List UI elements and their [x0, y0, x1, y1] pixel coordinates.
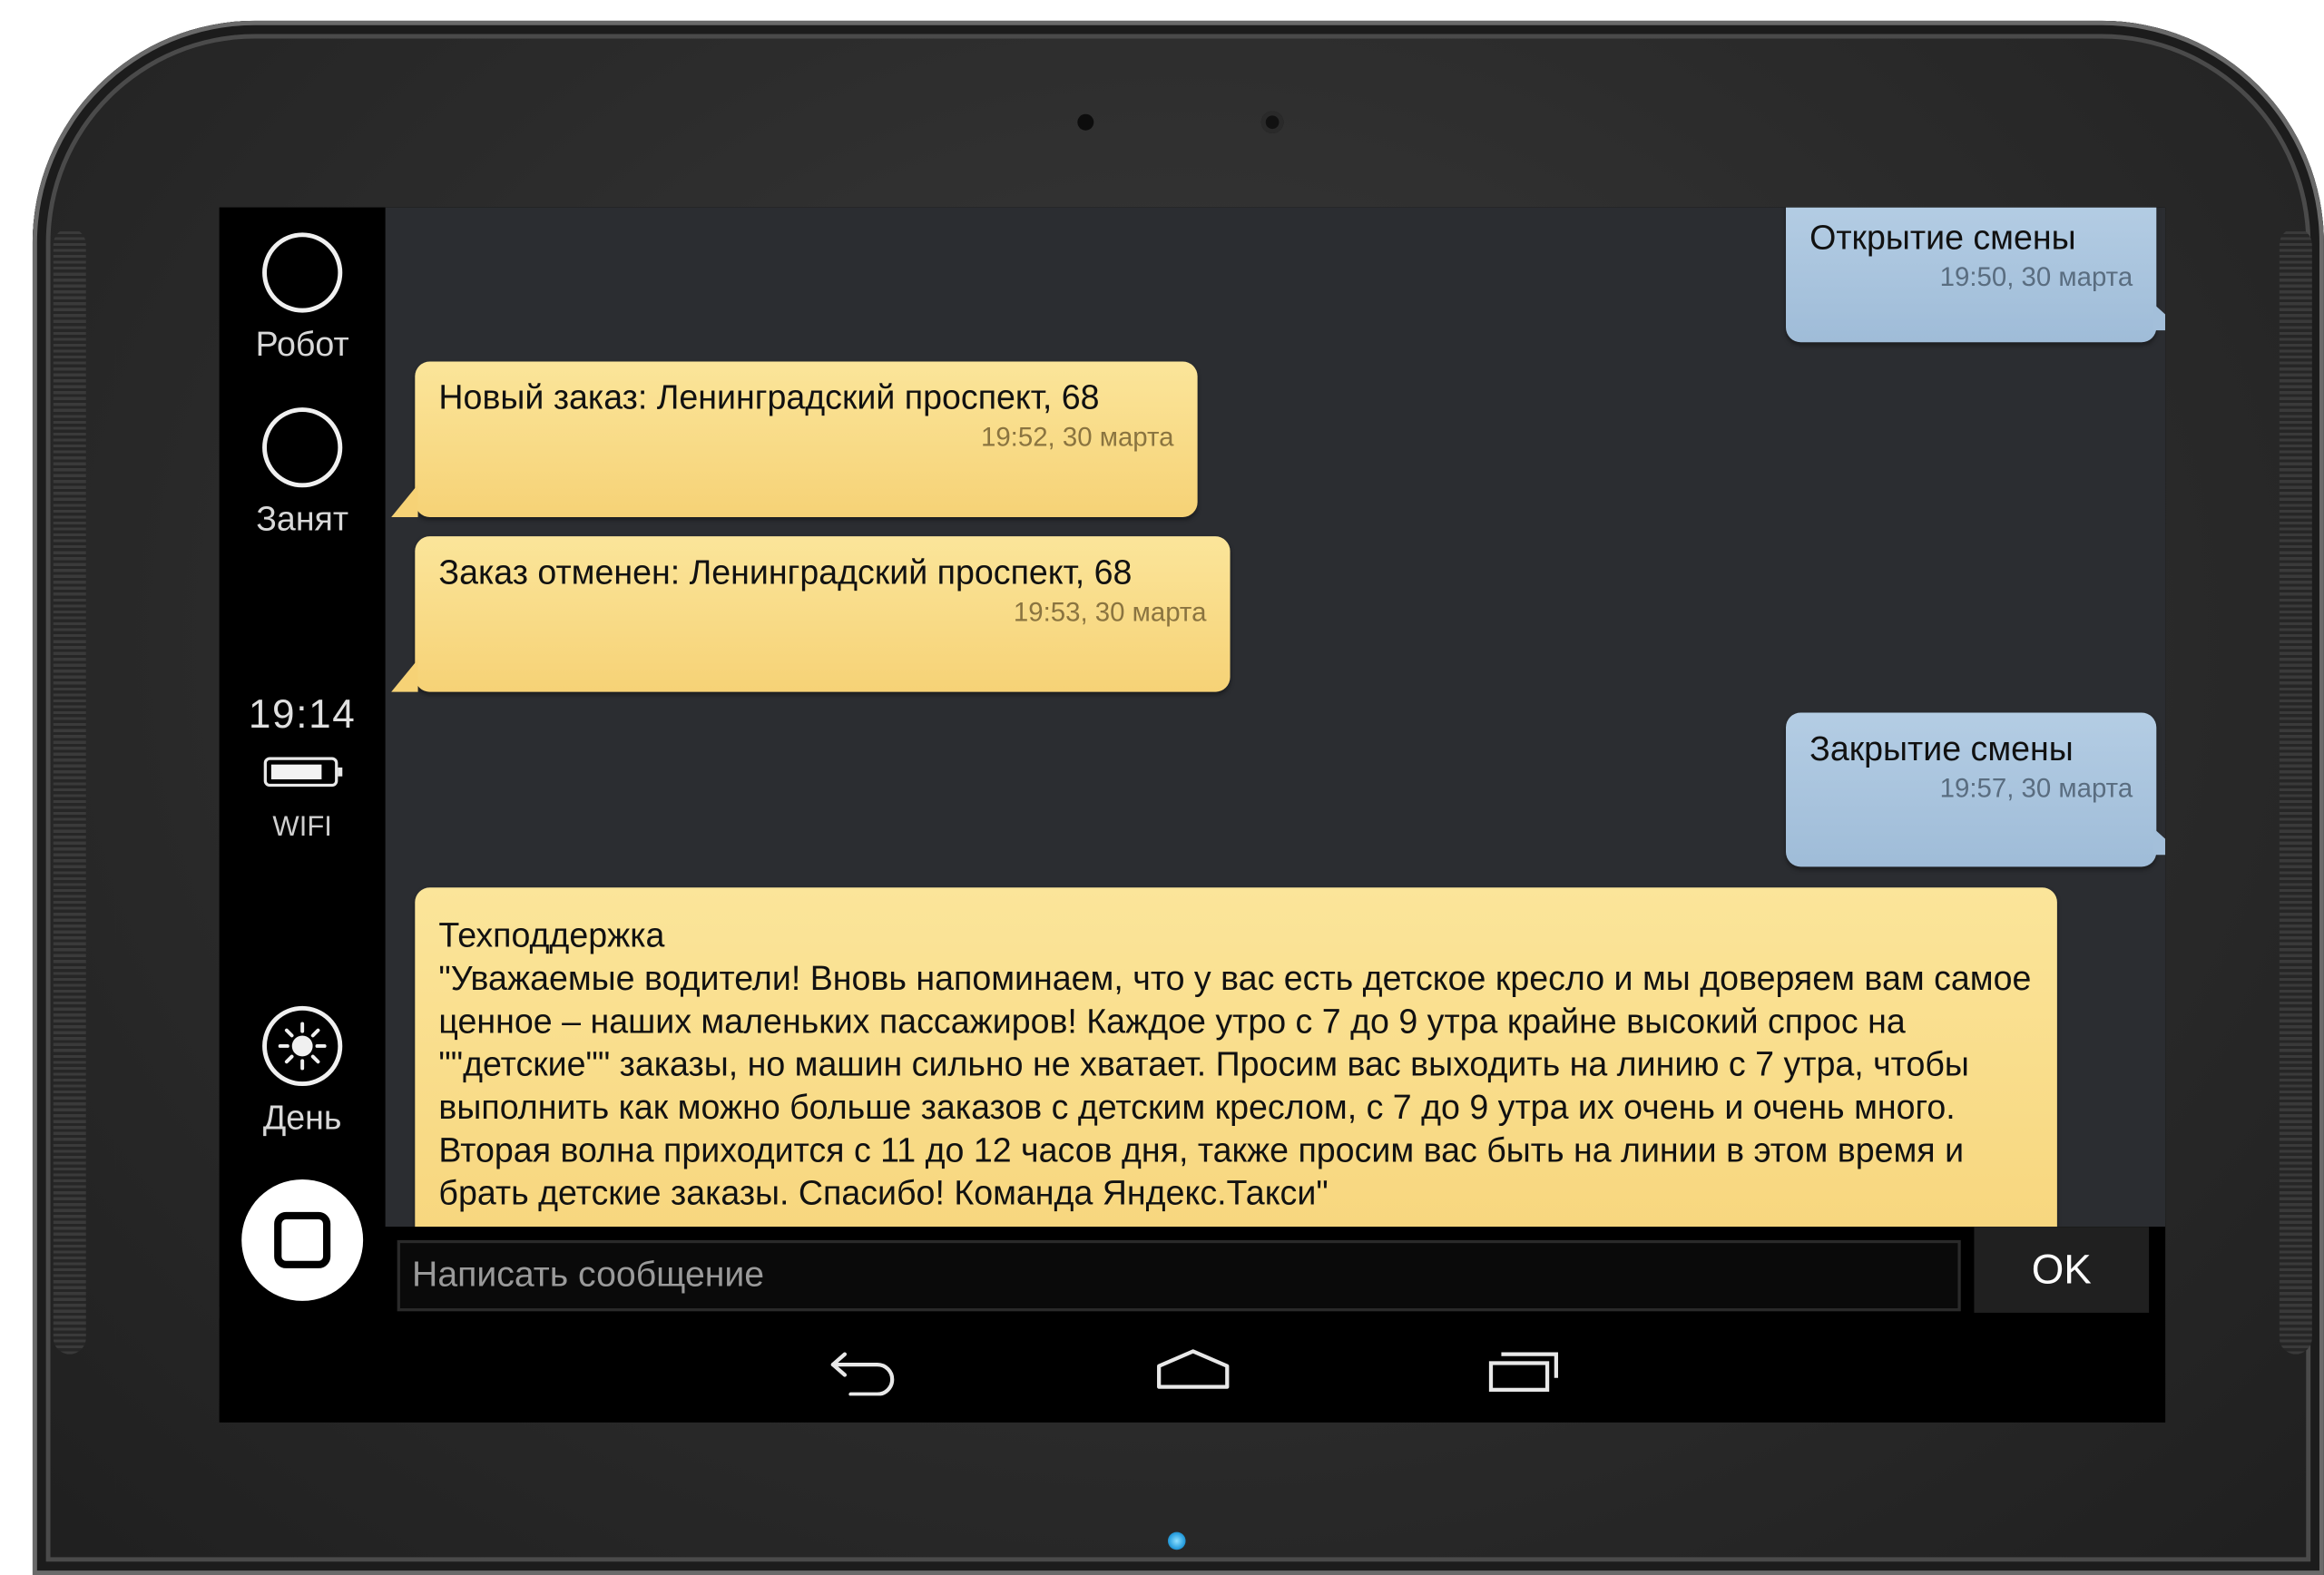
bubble-tail	[391, 659, 418, 692]
message-incoming: Заказ отменен: Ленинградский проспект, 6…	[391, 536, 1231, 692]
speaker-grille-left	[53, 228, 86, 1355]
send-button[interactable]: OK	[1974, 1227, 2150, 1313]
message-text: Новый заказ: Ленинградский проспект, 68	[438, 377, 1100, 416]
battery-icon	[263, 757, 343, 788]
recents-icon[interactable]	[1486, 1345, 1561, 1404]
message-time: 19:50, 30 марта	[1939, 262, 2133, 292]
robot-circle-icon	[262, 232, 343, 313]
message-incoming: Новый заказ: Ленинградский проспект, 68 …	[391, 361, 1198, 517]
message-text: Заказ отменен: Ленинградский проспект, 6…	[438, 553, 1133, 592]
busy-circle-icon	[262, 407, 343, 488]
robot-button[interactable]: Робот	[220, 232, 386, 364]
sidebar: Робот Занят 19:14 WIFI День	[219, 207, 386, 1307]
busy-label: Занят	[256, 499, 349, 538]
message-sender: Техподдержка	[438, 915, 665, 954]
message-text: "Уважаемые водители! Вновь напоминаем, ч…	[438, 958, 2041, 1212]
message-time: 19:57, 30 марта	[1939, 773, 2133, 804]
message-text: Закрытие смены	[1809, 729, 2074, 768]
stop-button[interactable]	[241, 1179, 364, 1301]
message-time: 19:53, 30 марта	[1013, 597, 1207, 627]
message-time: 19:52, 30 марта	[980, 422, 1174, 453]
robot-label: Робот	[255, 324, 349, 364]
message-outgoing: Закрытие смены 19:57, 30 марта	[1786, 712, 2166, 867]
network-status: WIFI	[272, 811, 332, 844]
message-input[interactable]	[397, 1239, 1961, 1312]
home-icon[interactable]	[1153, 1345, 1233, 1404]
screen: Робот Занят 19:14 WIFI День Открытие сме…	[219, 207, 2166, 1423]
message-outgoing: Открытие смены 19:50, 30 марта	[1786, 207, 2166, 343]
day-mode-button[interactable]: День	[220, 1005, 386, 1138]
camera-icon	[1260, 111, 1284, 133]
sensor-icon	[1077, 113, 1094, 131]
chat-area[interactable]: Открытие смены 19:50, 30 марта Новый зак…	[385, 207, 2166, 1228]
bubble-tail	[2153, 303, 2166, 331]
stop-icon	[274, 1211, 331, 1268]
status-time: 19:14	[248, 691, 357, 737]
message-incoming: Техподдержка "Уважаемые водители! Вновь …	[415, 887, 2057, 1228]
system-nav-bar	[219, 1318, 2166, 1423]
back-icon[interactable]	[827, 1345, 901, 1404]
notification-led-icon	[1167, 1531, 1186, 1551]
speaker-grille-right	[2279, 228, 2312, 1355]
day-label: День	[262, 1098, 342, 1137]
message-text: Открытие смены	[1809, 218, 2076, 257]
bubble-tail	[2153, 827, 2166, 856]
message-composer: OK	[385, 1227, 2166, 1319]
bubble-tail	[391, 484, 418, 517]
busy-button[interactable]: Занят	[220, 407, 386, 539]
sun-icon	[262, 1005, 343, 1087]
